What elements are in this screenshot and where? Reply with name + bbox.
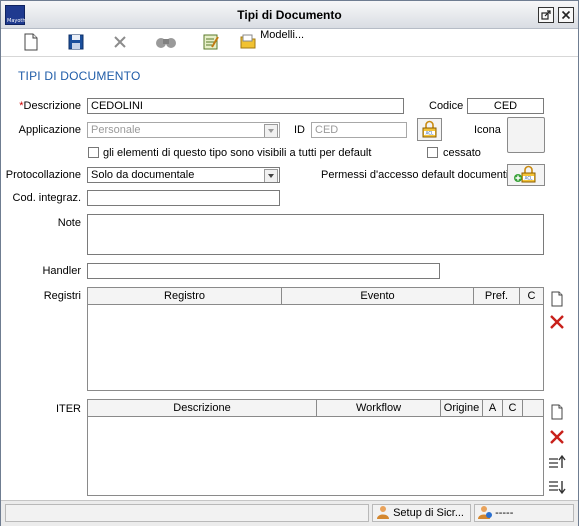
registri-delete-button[interactable] <box>549 314 565 330</box>
delete-button[interactable] <box>112 33 128 51</box>
delete-red-x-icon <box>550 315 564 329</box>
toolbar: Modelli... <box>1 29 578 57</box>
protocollazione-dropdown-icon[interactable] <box>264 169 278 182</box>
registri-add-button[interactable] <box>549 291 565 307</box>
status-pane-user[interactable]: ----- <box>474 504 574 522</box>
status-pane-setup[interactable]: Setup di Sicr... <box>372 504 471 522</box>
move-up-icon <box>549 454 566 468</box>
protocollazione-value: Solo da documentale <box>91 169 195 181</box>
status-pane-main <box>5 504 369 522</box>
applicazione-label: Applicazione <box>18 124 81 136</box>
col-pref[interactable]: Pref. <box>474 288 520 304</box>
registri-table[interactable]: Registro Evento Pref. C <box>87 287 544 391</box>
edit-list-button[interactable] <box>203 33 219 51</box>
cod-integraz-input[interactable] <box>87 190 280 206</box>
status-user-label: ----- <box>495 507 514 519</box>
permessi-label: Permessi d'accesso default documenti <box>321 169 509 181</box>
modelli-label: Modelli... <box>260 29 305 41</box>
svg-text:ACL: ACL <box>426 131 434 136</box>
col-origine[interactable]: Origine <box>441 400 483 416</box>
applicazione-dropdown-icon[interactable] <box>264 124 278 137</box>
descrizione-label: *Descrizione <box>11 100 81 112</box>
move-down-icon <box>549 481 566 495</box>
cessato-checkbox[interactable] <box>427 147 438 158</box>
acl-lock-button[interactable]: ACL <box>417 118 442 141</box>
permessi-acl-button[interactable]: ACL <box>507 164 545 186</box>
visibile-tutti-checkbox[interactable] <box>88 147 99 158</box>
status-setup-label: Setup di Sicr... <box>393 507 464 519</box>
iter-delete-button[interactable] <box>549 429 565 445</box>
descrizione-label-text: Descrizione <box>23 100 81 112</box>
id-label: ID <box>294 124 305 136</box>
status-bar: Setup di Sicr... ----- <box>1 500 578 526</box>
delete-red-x-icon <box>550 430 564 444</box>
col-workflow[interactable]: Workflow <box>317 400 441 416</box>
protocollazione-select[interactable]: Solo da documentale <box>87 167 280 183</box>
icona-preview[interactable] <box>507 117 545 153</box>
restore-icon[interactable] <box>538 7 554 23</box>
registri-table-header: Registro Evento Pref. C <box>88 288 543 305</box>
iter-move-down-button[interactable] <box>548 479 566 495</box>
visibile-tutti-label: gli elementi di questo tipo sono visibil… <box>103 147 372 159</box>
user-icon <box>377 506 389 519</box>
save-icon <box>68 34 84 50</box>
modelli-button[interactable]: Modelli... <box>240 29 304 51</box>
applicazione-select[interactable]: Personale <box>87 122 280 138</box>
handler-label: Handler <box>42 265 81 277</box>
col-registro[interactable]: Registro <box>88 288 282 304</box>
save-button[interactable] <box>68 33 84 51</box>
acl-add-icon: ACL <box>514 165 536 183</box>
folder-icon <box>240 34 256 49</box>
title-bar: Mayoth Tipi di Documento <box>1 1 578 29</box>
descrizione-input[interactable]: CEDOLINI <box>87 98 404 114</box>
window: Mayoth Tipi di Documento Modelli... TIPI… <box>0 0 579 526</box>
protocollazione-label: Protocollazione <box>5 169 81 181</box>
registri-label: Registri <box>43 290 81 302</box>
search-binoculars-button[interactable] <box>154 33 178 51</box>
applicazione-value: Personale <box>91 124 141 136</box>
note-label: Note <box>57 217 81 229</box>
col-c[interactable]: C <box>520 288 543 304</box>
new-document-button[interactable] <box>23 33 39 51</box>
handler-input[interactable] <box>87 263 440 279</box>
user-info-icon <box>478 506 492 519</box>
svg-text:ACL: ACL <box>525 176 533 181</box>
id-input[interactable]: CED <box>311 122 407 138</box>
iter-add-button[interactable] <box>549 404 565 420</box>
col-descrizione[interactable]: Descrizione <box>88 400 317 416</box>
iter-table[interactable]: Descrizione Workflow Origine A C <box>87 399 544 496</box>
col-a[interactable]: A <box>483 400 503 416</box>
edit-list-icon <box>203 34 219 50</box>
iter-label: ITER <box>55 403 81 415</box>
section-title: TIPI DI DOCUMENTO <box>18 69 141 83</box>
note-textarea[interactable] <box>87 214 544 255</box>
iter-move-up-button[interactable] <box>548 454 566 470</box>
acl-lock-icon: ACL <box>422 120 437 138</box>
new-document-icon <box>551 404 563 420</box>
col-evento[interactable]: Evento <box>282 288 474 304</box>
codice-label: Codice <box>429 100 464 112</box>
delete-x-icon <box>114 36 126 48</box>
window-title: Tipi di Documento <box>237 8 342 22</box>
new-document-icon <box>551 291 563 307</box>
codice-input[interactable]: CED <box>467 98 544 114</box>
new-document-icon <box>24 33 38 51</box>
cod-integraz-label: Cod. integraz. <box>12 192 81 204</box>
icona-label: Icona <box>474 124 501 136</box>
col-c[interactable]: C <box>503 400 523 416</box>
binoculars-icon <box>156 38 176 48</box>
close-icon[interactable] <box>558 7 574 23</box>
cessato-label: cessato <box>443 147 481 159</box>
iter-table-header: Descrizione Workflow Origine A C <box>88 400 543 417</box>
